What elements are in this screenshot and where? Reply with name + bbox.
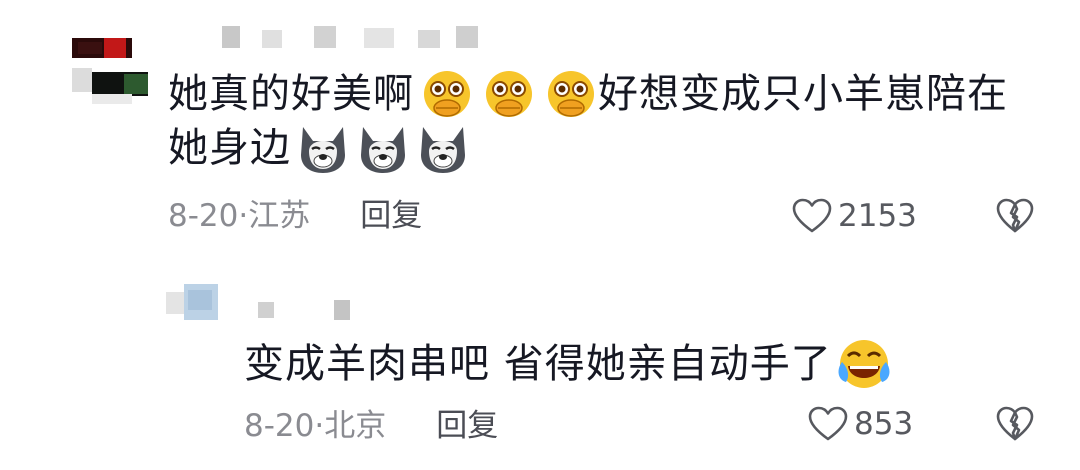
broken-heart-dislike-icon[interactable]	[996, 406, 1034, 442]
broken-heart-dislike-icon[interactable]	[996, 198, 1034, 234]
avatar[interactable]	[72, 38, 152, 108]
husky-dog-emoji-icon	[361, 127, 405, 173]
reply-username[interactable]	[258, 300, 378, 322]
comment-location: 江苏	[248, 198, 311, 234]
flushed-hands-emoji-icon	[424, 71, 470, 117]
like-count: 853	[854, 406, 914, 442]
reply-text: 变成羊肉串吧 省得她亲自动手了	[244, 341, 832, 387]
comment-text-continued: 好想变成只小羊崽陪在	[598, 71, 1008, 117]
laughing-tears-emoji-icon	[838, 340, 890, 388]
comment-text-line2: 她身边	[168, 125, 291, 171]
comment-date: 8-20	[168, 198, 239, 234]
heart-outline-icon[interactable]	[808, 406, 848, 442]
meta-separator: ·	[314, 408, 325, 444]
husky-dog-emoji-icon	[301, 127, 345, 173]
reply-location: 北京	[324, 408, 387, 444]
meta-separator: ·	[238, 198, 249, 234]
username[interactable]	[222, 22, 522, 50]
flushed-hands-emoji-icon	[486, 71, 532, 117]
reply-button[interactable]: 回复	[436, 406, 498, 446]
comment-text: 她真的好美啊	[168, 71, 414, 117]
husky-dog-emoji-icon	[421, 127, 465, 173]
like-count: 2153	[838, 198, 917, 234]
reply-date: 8-20	[244, 408, 315, 444]
flushed-hands-emoji-icon	[548, 71, 594, 117]
heart-outline-icon[interactable]	[792, 198, 832, 234]
reply-avatar[interactable]	[166, 282, 226, 326]
reply-button[interactable]: 回复	[360, 196, 422, 236]
